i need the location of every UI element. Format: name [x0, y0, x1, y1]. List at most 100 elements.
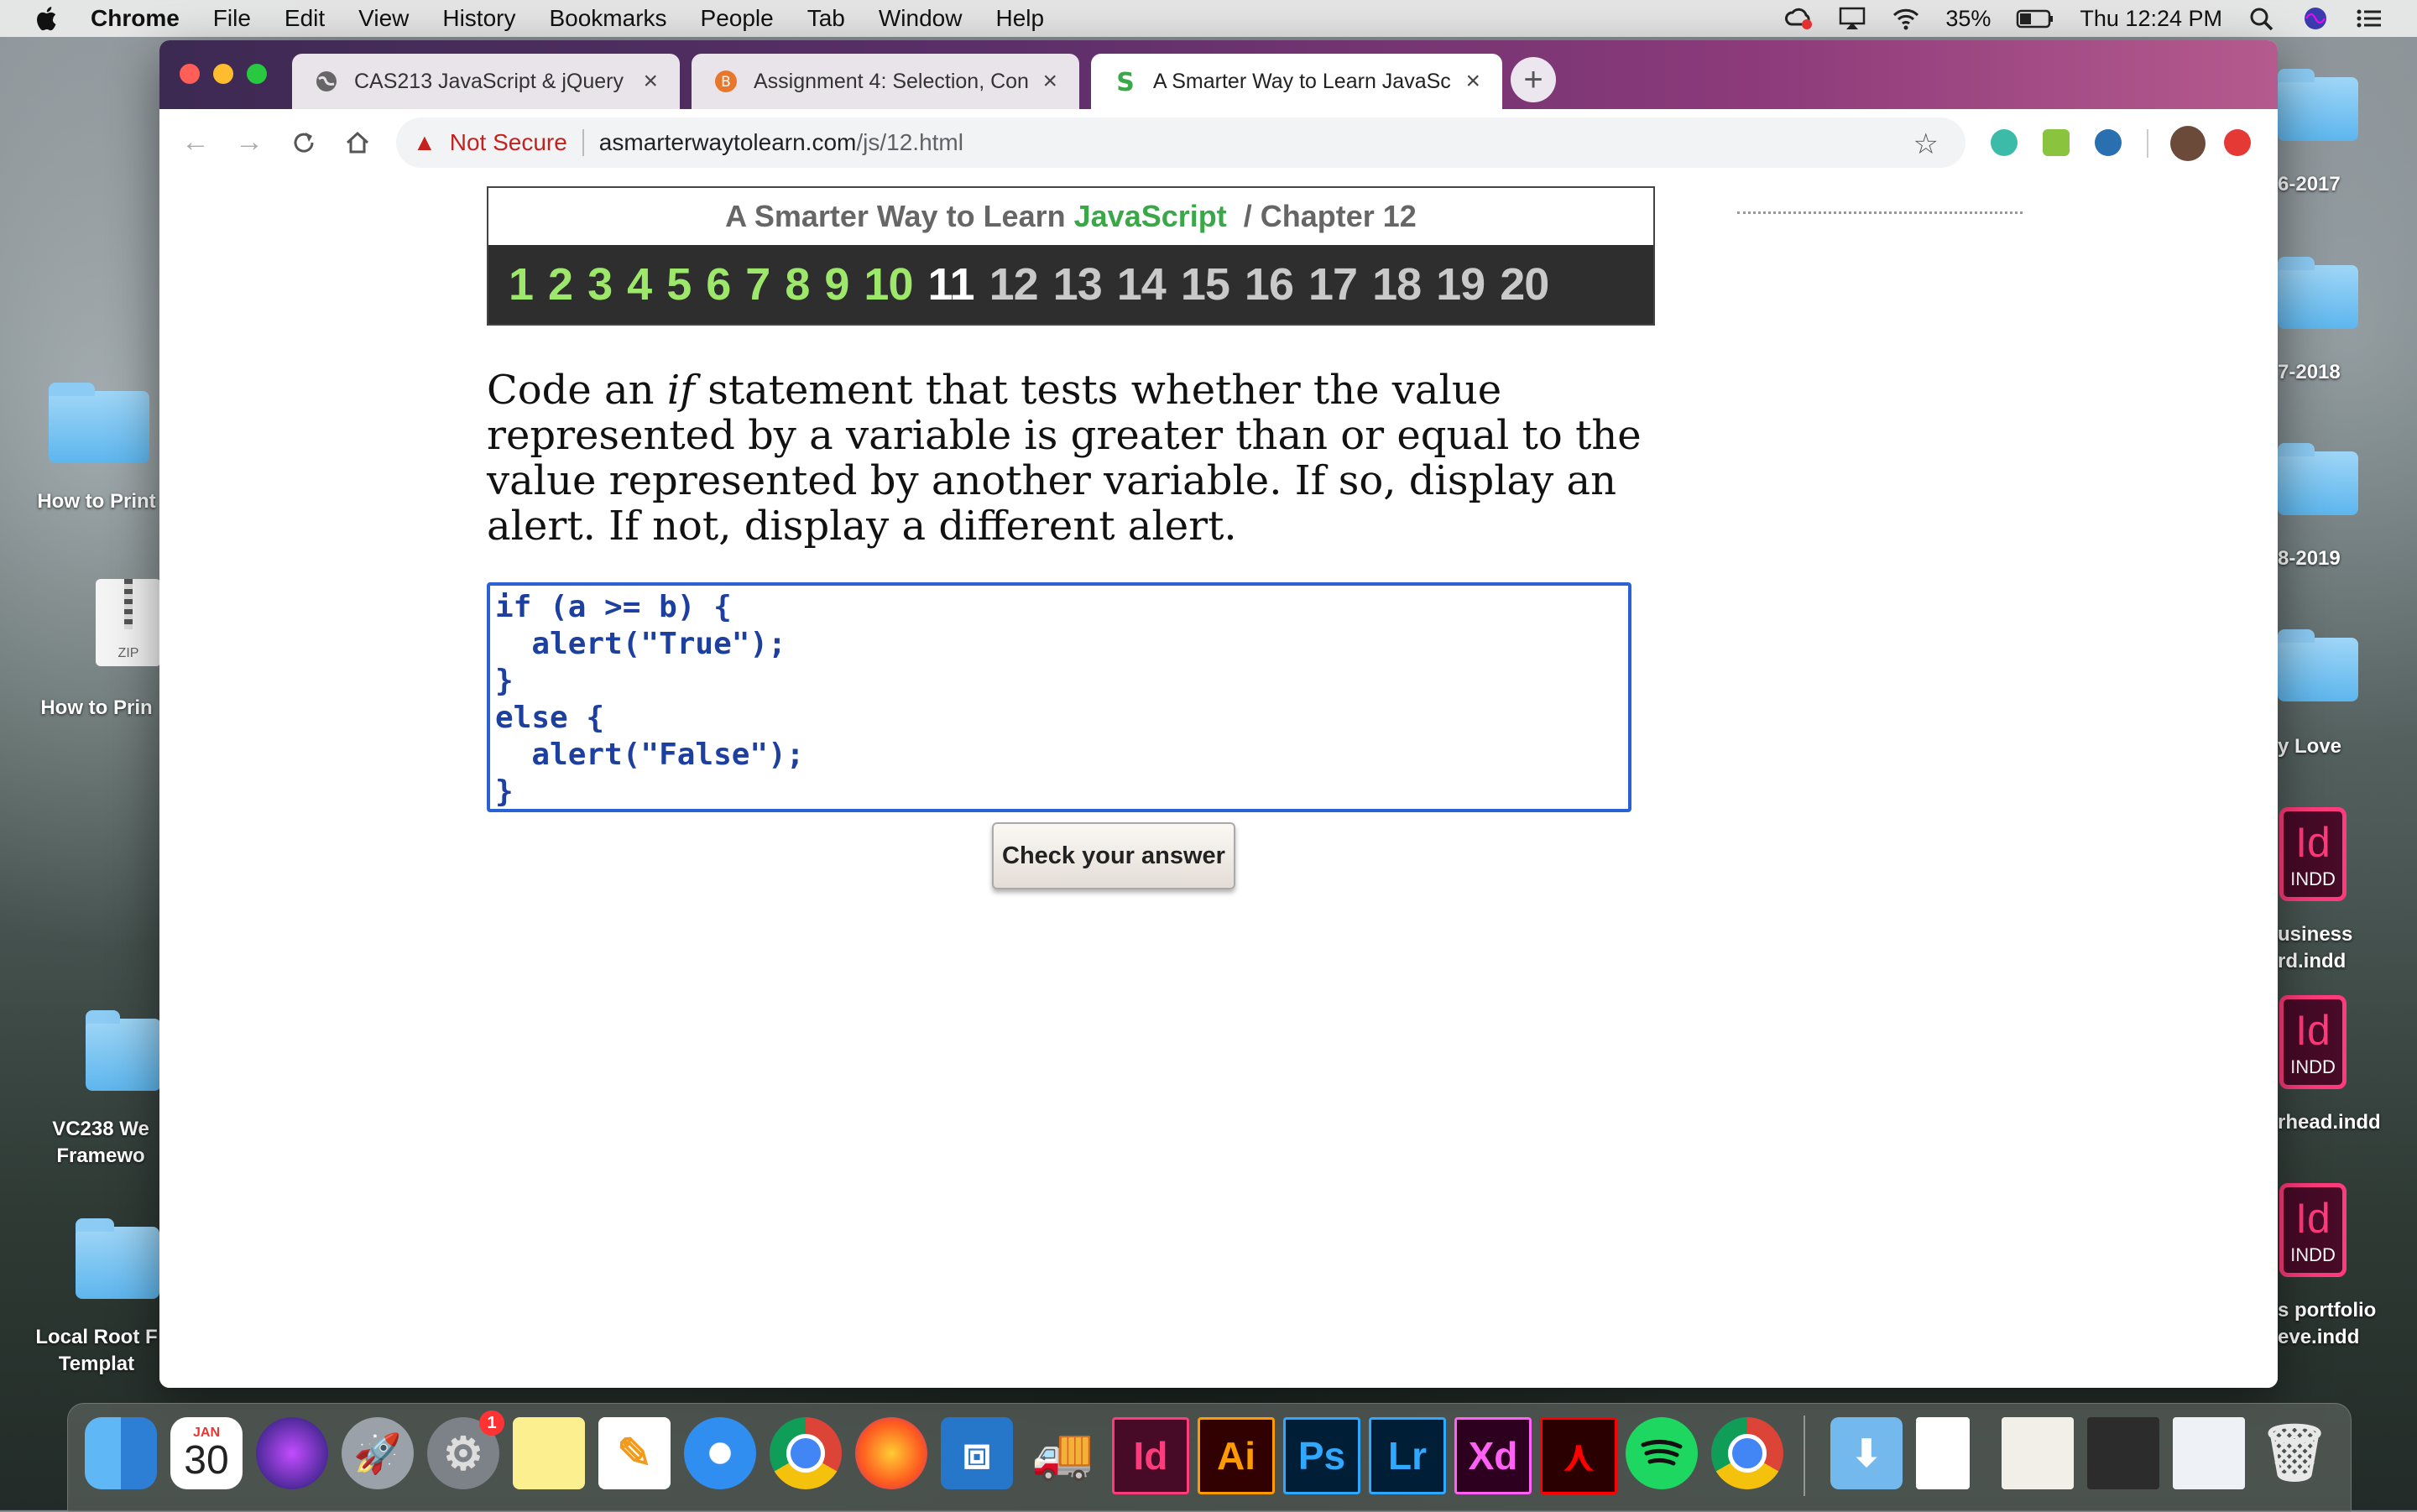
desktop-folder-how-to-print[interactable] [49, 383, 149, 463]
extension-icon-1[interactable] [1991, 129, 2018, 156]
spotify-icon[interactable] [1626, 1417, 1698, 1489]
menu-people[interactable]: People [701, 5, 774, 32]
window-zoom-button[interactable] [247, 64, 267, 84]
desktop-folder-local-root[interactable] [76, 1218, 159, 1299]
bookmark-star-icon[interactable]: ☆ [1913, 128, 1939, 161]
desktop-folder-2019[interactable] [2278, 443, 2358, 515]
chapter-link-5[interactable]: 5 [666, 258, 692, 310]
tab-close-icon[interactable]: × [1042, 67, 1057, 96]
screenshot-thumbnail[interactable] [2087, 1417, 2159, 1489]
safari-icon[interactable] [684, 1417, 756, 1489]
calendar-icon[interactable]: JAN 30 [170, 1417, 243, 1489]
menu-bookmarks[interactable]: Bookmarks [549, 5, 666, 32]
spotlight-search-icon[interactable] [2247, 6, 2276, 31]
menu-app-name[interactable]: Chrome [91, 5, 180, 32]
battery-percent[interactable]: 35% [1945, 6, 1991, 32]
notes-icon[interactable] [513, 1417, 585, 1489]
update-icon[interactable] [2224, 129, 2251, 156]
transmit-icon[interactable]: 🚚 [1026, 1417, 1099, 1489]
tab-cas213[interactable]: CAS213 JavaScript & jQuery × [292, 54, 680, 109]
site-title-javascript[interactable]: JavaScript [1074, 199, 1227, 234]
tab-close-icon[interactable]: × [1465, 67, 1480, 96]
chapter-link-17[interactable]: 17 [1308, 258, 1358, 310]
home-icon[interactable] [344, 129, 371, 156]
chapter-link-20[interactable]: 20 [1500, 258, 1549, 310]
pages-icon[interactable]: ✎ [598, 1417, 671, 1489]
illustrator-icon[interactable]: Ai [1198, 1417, 1275, 1494]
chrome-icon[interactable] [770, 1417, 842, 1489]
window-minimize-button[interactable] [213, 64, 233, 84]
desktop-folder-2018[interactable] [2278, 257, 2358, 329]
document-thumbnail[interactable] [1916, 1417, 1970, 1489]
battery-icon[interactable] [2016, 6, 2054, 31]
system-preferences-icon[interactable]: ⚙ 1 [427, 1410, 504, 1489]
desktop-zip-file[interactable]: ZIP [96, 579, 161, 666]
apple-icon[interactable] [34, 4, 62, 33]
menu-help[interactable]: Help [995, 5, 1044, 32]
photoshop-icon[interactable]: Ps [1283, 1417, 1360, 1494]
address-bar[interactable]: ▲ Not Secure asmarterwaytolearn.com /js/… [396, 117, 1965, 168]
chapter-link-11-current[interactable]: 11 [928, 258, 975, 310]
wifi-icon[interactable] [1892, 6, 1920, 31]
extension-icon-2[interactable] [2043, 129, 2070, 156]
firefox-icon[interactable] [855, 1417, 927, 1489]
chrome-canary-icon[interactable] [1711, 1417, 1783, 1489]
chapter-link-12[interactable]: 12 [989, 258, 1039, 310]
chapter-link-16[interactable]: 16 [1245, 258, 1294, 310]
chapter-link-14[interactable]: 14 [1117, 258, 1167, 310]
tab-close-icon[interactable]: × [643, 67, 658, 96]
menu-file[interactable]: File [213, 5, 251, 32]
desktop-folder-vc238[interactable] [86, 1010, 161, 1091]
warning-triangle-icon[interactable]: ▲ [413, 129, 436, 156]
chapter-link-6[interactable]: 6 [706, 258, 731, 310]
menu-edit[interactable]: Edit [285, 5, 325, 32]
desktop-indd-portfolio[interactable]: Id INDD [2279, 1183, 2347, 1277]
menu-window[interactable]: Window [879, 5, 963, 32]
chapter-link-19[interactable]: 19 [1436, 258, 1485, 310]
tab-smarter-way[interactable]: S A Smarter Way to Learn JavaSc × [1091, 54, 1502, 109]
chapter-link-9[interactable]: 9 [824, 258, 849, 310]
chapter-link-3[interactable]: 3 [587, 258, 613, 310]
chapter-link-4[interactable]: 4 [627, 258, 652, 310]
chapter-link-13[interactable]: 13 [1053, 258, 1103, 310]
notification-center-icon[interactable] [2355, 6, 2383, 31]
not-secure-label[interactable]: Not Secure [450, 129, 567, 156]
chapter-link-15[interactable]: 15 [1181, 258, 1230, 310]
window-close-button[interactable] [180, 64, 200, 84]
xd-icon[interactable]: Xd [1454, 1417, 1532, 1494]
downloads-folder-icon[interactable]: ⬇ [1830, 1417, 1903, 1489]
chapter-link-2[interactable]: 2 [548, 258, 573, 310]
launchpad-icon[interactable]: 🚀 [342, 1417, 414, 1489]
clock[interactable]: Thu 12:24 PM [2080, 6, 2222, 32]
airplay-icon[interactable] [1838, 6, 1866, 31]
siri-icon[interactable] [2301, 6, 2330, 31]
extension-icon-3[interactable] [2095, 129, 2122, 156]
desktop-indd-letterhead[interactable]: Id INDD [2279, 995, 2347, 1089]
creative-cloud-icon[interactable] [1784, 6, 1813, 31]
window-thumbnail[interactable] [2173, 1417, 2245, 1489]
chapter-link-1[interactable]: 1 [509, 258, 534, 310]
finder-icon[interactable] [85, 1417, 157, 1489]
indesign-icon[interactable]: Id [1112, 1417, 1189, 1494]
back-arrow-icon[interactable]: ← [181, 126, 210, 159]
desktop-folder-2017[interactable] [2278, 69, 2358, 141]
forward-arrow-icon[interactable]: → [235, 126, 264, 159]
trash-icon[interactable]: 🗑 [2258, 1417, 2331, 1489]
answer-code-input[interactable] [487, 582, 1631, 812]
desktop-indd-business-card[interactable]: Id INDD [2279, 807, 2347, 901]
acrobat-icon[interactable]: ⋏ [1540, 1417, 1617, 1494]
new-tab-button[interactable]: + [1511, 57, 1556, 102]
lightroom-icon[interactable]: Lr [1369, 1417, 1446, 1494]
menu-tab[interactable]: Tab [807, 5, 845, 32]
reload-icon[interactable] [290, 129, 317, 156]
chapter-link-10[interactable]: 10 [864, 258, 913, 310]
menu-history[interactable]: History [442, 5, 515, 32]
chapter-link-18[interactable]: 18 [1372, 258, 1422, 310]
image-thumbnail[interactable] [2002, 1417, 2074, 1489]
tab-assignment-4[interactable]: B Assignment 4: Selection, Cond × [692, 54, 1079, 109]
chapter-link-7[interactable]: 7 [745, 258, 770, 310]
chapter-link-8[interactable]: 8 [785, 258, 810, 310]
check-answer-button[interactable]: Check your answer [992, 822, 1235, 889]
menu-view[interactable]: View [358, 5, 409, 32]
siri-dock-icon[interactable] [256, 1417, 328, 1489]
